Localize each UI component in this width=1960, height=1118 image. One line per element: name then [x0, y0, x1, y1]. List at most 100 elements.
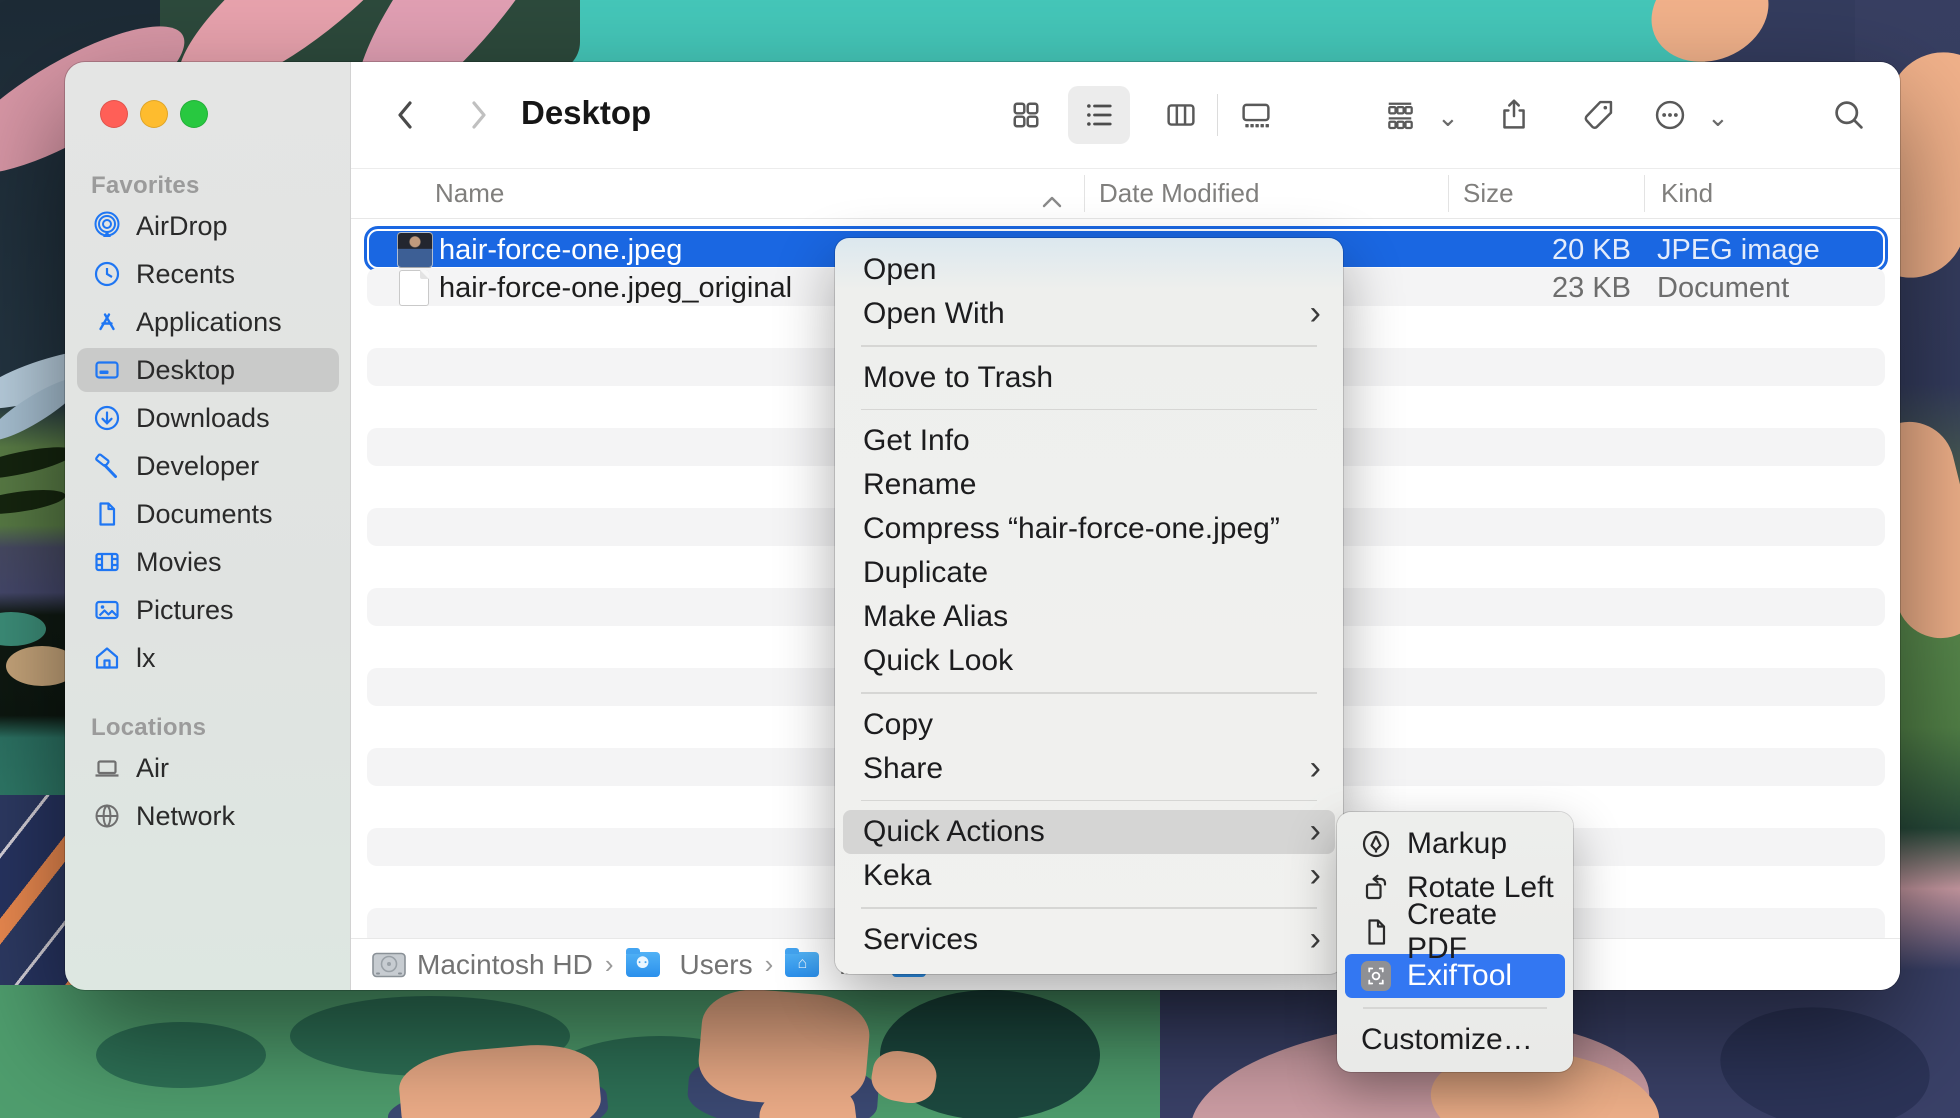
file-kind: JPEG image [1657, 234, 1820, 267]
toolbar-divider [1217, 94, 1218, 136]
search-button[interactable] [1818, 86, 1880, 144]
sidebar-item-label: Air [136, 753, 169, 784]
search-icon [1831, 97, 1867, 133]
column-header-name[interactable]: Name [435, 178, 504, 209]
file-name: hair-force-one.jpeg_original [439, 272, 792, 305]
column-divider[interactable] [1644, 175, 1645, 212]
group-by-icon [1382, 97, 1418, 133]
sidebar-item-lx[interactable]: lx [77, 636, 339, 680]
desktop-icon [91, 355, 123, 385]
share-button[interactable] [1483, 86, 1545, 144]
app-store-icon [91, 307, 123, 337]
tag-icon [1580, 97, 1616, 133]
clock-icon [91, 259, 123, 289]
sidebar-item-label: Desktop [136, 355, 235, 386]
menu-item-open[interactable]: Open [835, 248, 1343, 292]
file-size: 23 KB [1451, 272, 1631, 305]
sidebar-item-applications[interactable]: Applications [77, 300, 339, 344]
submenu-item-create-pdf[interactable]: Create PDF [1337, 910, 1573, 954]
file-thumbnail [397, 232, 433, 268]
close-button[interactable] [100, 100, 128, 128]
folder-home-icon: ⌂ [785, 952, 819, 977]
sidebar-item-air[interactable]: Air [77, 746, 339, 790]
submenu-item-markup[interactable]: Markup [1337, 822, 1573, 866]
menu-item-rename[interactable]: Rename [835, 463, 1343, 507]
sidebar-item-pictures[interactable]: Pictures [77, 588, 339, 632]
hammer-icon [91, 451, 123, 481]
menu-item-make-alias[interactable]: Make Alias [835, 595, 1343, 639]
submenu-separator [1363, 1007, 1547, 1009]
sidebar-item-airdrop[interactable]: AirDrop [77, 204, 339, 248]
window-title: Desktop [521, 94, 651, 132]
tag-button[interactable] [1567, 86, 1629, 144]
sidebar-item-documents[interactable]: Documents [77, 492, 339, 536]
menu-separator [861, 692, 1317, 694]
column-view-button[interactable] [1150, 86, 1212, 144]
back-button[interactable] [389, 90, 423, 140]
column-header-kind[interactable]: Kind [1661, 178, 1713, 209]
sidebar-item-recents[interactable]: Recents [77, 252, 339, 296]
breadcrumb-users[interactable]: ⚉ Users [626, 949, 753, 981]
download-circle-icon [91, 403, 123, 433]
chevron-down-icon: ⌄ [1437, 102, 1459, 133]
chevron-right-icon [1310, 922, 1321, 958]
sidebar-item-label: Applications [136, 307, 282, 338]
menu-item-move-to-trash[interactable]: Move to Trash [835, 356, 1343, 400]
icon-view-button[interactable] [995, 86, 1057, 144]
menu-item-share[interactable]: Share [835, 747, 1343, 791]
rotate-left-icon [1359, 872, 1393, 904]
submenu-item-label: ExifTool [1407, 959, 1512, 993]
breadcrumb-macintosh-hd[interactable]: Macintosh HD [371, 949, 593, 981]
menu-item-keka[interactable]: Keka [835, 854, 1343, 898]
column-divider[interactable] [1448, 175, 1449, 212]
zoom-button[interactable] [180, 100, 208, 128]
menu-item-quick-actions[interactable]: Quick Actions [843, 810, 1335, 854]
screen: Favorites AirDrop Recents Applications D… [0, 0, 1960, 1118]
group-by-button[interactable] [1374, 86, 1426, 144]
photo-icon [91, 595, 123, 625]
menu-separator [861, 800, 1317, 802]
grass-shadow [96, 1022, 266, 1088]
sidebar-item-label: Pictures [136, 595, 234, 626]
submenu-item-label: Markup [1407, 827, 1507, 861]
menu-item-get-info[interactable]: Get Info [835, 419, 1343, 463]
sidebar-item-label: Downloads [136, 403, 270, 434]
column-header-date-modified[interactable]: Date Modified [1099, 178, 1259, 209]
list-view-button[interactable] [1068, 86, 1130, 144]
finder-toolbar: Desktop ⌄ [351, 62, 1900, 168]
sidebar-item-movies[interactable]: Movies [77, 540, 339, 584]
sidebar-item-downloads[interactable]: Downloads [77, 396, 339, 440]
back-chevron-icon [391, 95, 421, 135]
file-name: hair-force-one.jpeg [439, 234, 682, 267]
airdrop-icon [91, 211, 123, 241]
forward-chevron-icon [463, 95, 493, 135]
menu-item-services[interactable]: Services [835, 918, 1343, 962]
gallery-view-icon [1238, 97, 1274, 133]
sidebar-item-network[interactable]: Network [77, 794, 339, 838]
context-menu: Open Open With Move to Trash Get Info Re… [835, 238, 1343, 974]
sidebar-item-developer[interactable]: Developer [77, 444, 339, 488]
sidebar-item-desktop[interactable]: Desktop [77, 348, 339, 392]
menu-item-copy[interactable]: Copy [835, 703, 1343, 747]
document-icon [91, 499, 123, 529]
menu-item-duplicate[interactable]: Duplicate [835, 551, 1343, 595]
sidebar-item-label: AirDrop [136, 211, 228, 242]
submenu-item-customize[interactable]: Customize… [1337, 1018, 1573, 1062]
finder-sidebar: Favorites AirDrop Recents Applications D… [65, 62, 351, 990]
document-file-icon [399, 270, 429, 306]
column-header-size[interactable]: Size [1463, 178, 1514, 209]
more-options-button[interactable] [1644, 86, 1696, 144]
file-size: 20 KB [1451, 234, 1631, 267]
minimize-button[interactable] [140, 100, 168, 128]
home-icon [91, 643, 123, 673]
column-divider[interactable] [1084, 175, 1085, 212]
sidebar-item-label: lx [136, 643, 156, 674]
forward-button[interactable] [461, 90, 495, 140]
markup-icon [1359, 828, 1393, 860]
gallery-view-button[interactable] [1225, 86, 1287, 144]
menu-item-open-with[interactable]: Open With [835, 292, 1343, 336]
menu-item-quick-look[interactable]: Quick Look [835, 639, 1343, 683]
menu-item-compress[interactable]: Compress “hair-force-one.jpeg” [835, 507, 1343, 551]
more-circle-icon [1652, 97, 1688, 133]
sort-ascending-icon [1041, 185, 1063, 216]
